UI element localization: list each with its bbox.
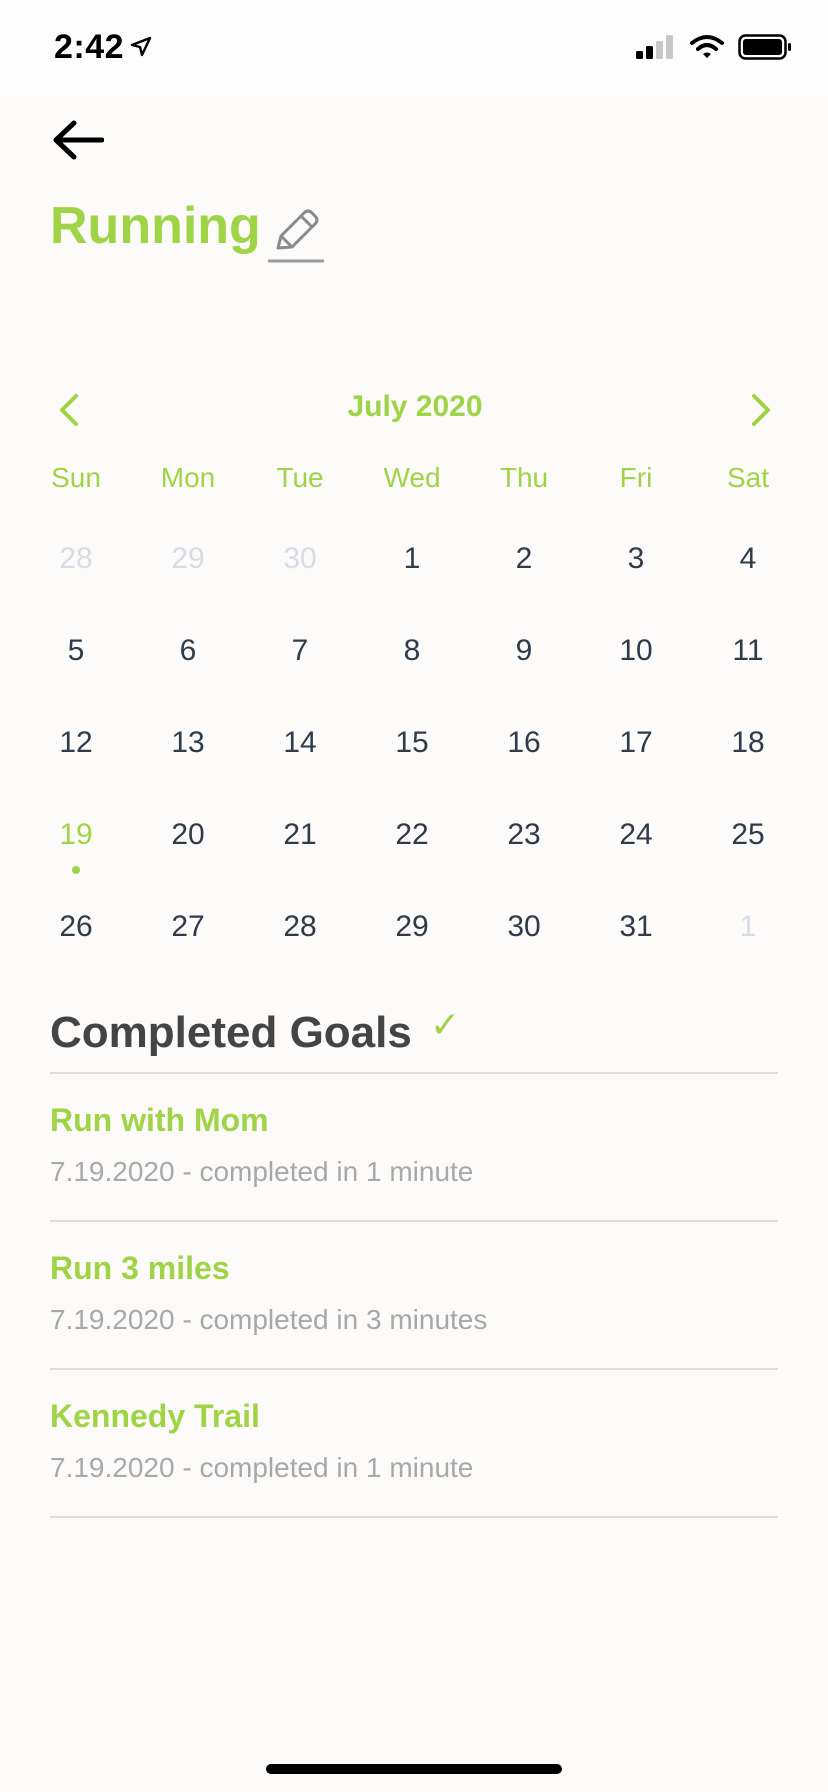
weekday-label: Mon bbox=[160, 462, 216, 493]
calendar-day-today[interactable]: 19 bbox=[20, 806, 132, 898]
arrow-left-icon bbox=[53, 120, 104, 160]
calendar-day[interactable]: 1 bbox=[692, 898, 804, 990]
calendar-day[interactable]: 9 bbox=[468, 622, 580, 714]
calendar-day[interactable]: 17 bbox=[580, 714, 692, 806]
calendar-day[interactable]: 30 bbox=[244, 530, 356, 622]
calendar-day[interactable]: 16 bbox=[468, 714, 580, 806]
goal-list: Run with Mom 7.19.2020 - completed in 1 … bbox=[50, 1072, 778, 1518]
weekday-header-row: Sun Mon Tue Wed Thu Fri Sat bbox=[20, 462, 804, 494]
status-time: 2:42 bbox=[54, 28, 125, 66]
calendar-grid: 28 29 30 1 2 3 4 5 6 7 8 9 10 11 12 13 14 15 16 17 18 19 20 21 2… bbox=[20, 530, 804, 990]
goal-subtitle: 7.19.2020 - completed in 3 minutes bbox=[50, 1304, 488, 1335]
calendar-day[interactable]: 21 bbox=[244, 806, 356, 898]
calendar-day[interactable]: 29 bbox=[132, 530, 244, 622]
calendar-day[interactable]: 24 bbox=[580, 806, 692, 898]
calendar-day[interactable]: 20 bbox=[132, 806, 244, 898]
location-arrow-icon bbox=[130, 36, 152, 57]
page-title: Running bbox=[50, 197, 261, 255]
goal-title: Run with Mom bbox=[50, 1102, 269, 1138]
goal-subtitle: 7.19.2020 - completed in 1 minute bbox=[50, 1452, 474, 1483]
section-title: Completed Goals bbox=[50, 1008, 412, 1057]
calendar-day[interactable]: 5 bbox=[20, 622, 132, 714]
calendar-day[interactable]: 8 bbox=[356, 622, 468, 714]
list-item[interactable]: Run with Mom 7.19.2020 - completed in 1 … bbox=[50, 1074, 778, 1220]
checkmark-icon: ✓ bbox=[430, 1004, 461, 1045]
calendar-day[interactable]: 23 bbox=[468, 806, 580, 898]
pencil-icon bbox=[267, 209, 325, 263]
list-item[interactable]: Kennedy Trail 7.19.2020 - completed in 1… bbox=[50, 1370, 778, 1516]
calendar-day[interactable]: 27 bbox=[132, 898, 244, 990]
goal-subtitle: 7.19.2020 - completed in 1 minute bbox=[50, 1156, 474, 1187]
calendar-day[interactable]: 29 bbox=[356, 898, 468, 990]
calendar-day[interactable]: 11 bbox=[692, 622, 804, 714]
next-month-button[interactable] bbox=[740, 390, 780, 430]
calendar-day[interactable]: 15 bbox=[356, 714, 468, 806]
calendar-day[interactable]: 4 bbox=[692, 530, 804, 622]
cellular-signal-icon bbox=[636, 35, 673, 59]
calendar-day[interactable]: 3 bbox=[580, 530, 692, 622]
list-item[interactable]: Run 3 miles 7.19.2020 - completed in 3 m… bbox=[50, 1222, 778, 1368]
calendar-day[interactable]: 30 bbox=[468, 898, 580, 990]
weekday-label: Sat bbox=[726, 462, 770, 493]
calendar-day[interactable]: 18 bbox=[692, 714, 804, 806]
calendar-day[interactable]: 7 bbox=[244, 622, 356, 714]
calendar-day[interactable]: 22 bbox=[356, 806, 468, 898]
weekday-label: Tue bbox=[276, 462, 324, 493]
calendar-day[interactable]: 28 bbox=[244, 898, 356, 990]
weekday-label: Wed bbox=[383, 462, 441, 493]
weekday-label: Sun bbox=[51, 462, 101, 493]
calendar-day[interactable]: 26 bbox=[20, 898, 132, 990]
goal-title: Run 3 miles bbox=[50, 1250, 230, 1286]
weekday-label: Fri bbox=[619, 462, 653, 493]
calendar-day[interactable]: 2 bbox=[468, 530, 580, 622]
calendar-day[interactable]: 31 bbox=[580, 898, 692, 990]
status-icons bbox=[636, 34, 792, 60]
weekday-label: Thu bbox=[499, 462, 549, 493]
divider bbox=[50, 1516, 778, 1518]
wifi-icon bbox=[690, 35, 724, 58]
calendar-day[interactable]: 13 bbox=[132, 714, 244, 806]
calendar-day[interactable]: 12 bbox=[20, 714, 132, 806]
home-indicator[interactable] bbox=[266, 1764, 562, 1774]
calendar-day[interactable]: 1 bbox=[356, 530, 468, 622]
chevron-right-icon bbox=[752, 394, 770, 426]
calendar-header: July 2020 bbox=[50, 382, 780, 432]
calendar-month-label: July 2020 bbox=[347, 390, 483, 423]
battery-icon bbox=[738, 34, 791, 60]
status-bar: 2:42 bbox=[0, 0, 828, 96]
goal-title: Kennedy Trail bbox=[50, 1398, 260, 1434]
calendar-day[interactable]: 10 bbox=[580, 622, 692, 714]
calendar-day[interactable]: 14 bbox=[244, 714, 356, 806]
calendar-day[interactable]: 25 bbox=[692, 806, 804, 898]
back-button[interactable] bbox=[48, 110, 108, 170]
calendar-day[interactable]: 28 bbox=[20, 530, 132, 622]
edit-button[interactable] bbox=[267, 206, 325, 264]
calendar-day[interactable]: 6 bbox=[132, 622, 244, 714]
